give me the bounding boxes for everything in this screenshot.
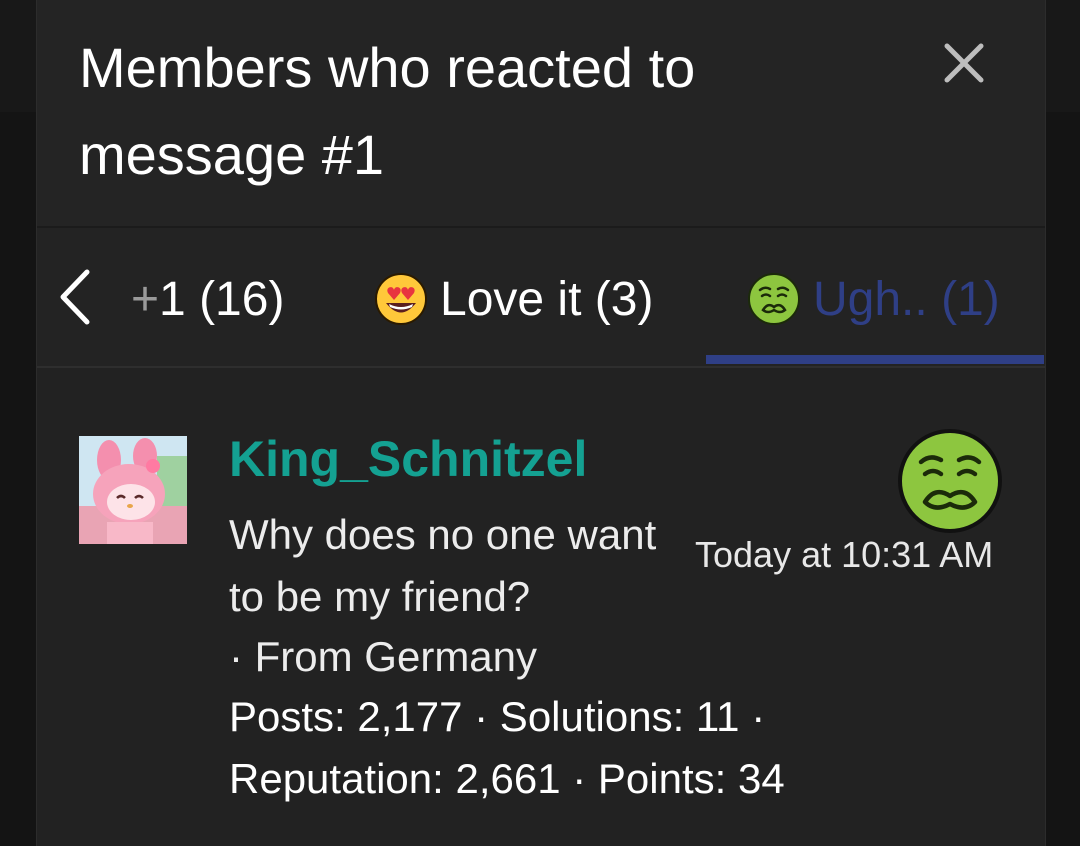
reaction-timestamp: Today at 10:31 AM	[695, 534, 994, 575]
pink-bunny-avatar-icon	[79, 436, 187, 544]
chevron-left-icon	[60, 269, 90, 325]
tab-love-it[interactable]: Love it (3)	[374, 264, 653, 334]
dialog-header: Members who reacted to message #1	[37, 0, 1045, 228]
reactions-dialog: Members who reacted to message #1 + 1 (1…	[36, 0, 1046, 846]
tab-label: Ugh.. (1)	[813, 272, 1000, 326]
member-user-title: Why does no one want to be my friend?	[229, 511, 657, 620]
close-icon	[944, 43, 984, 83]
nauseated-face-emoji-icon	[748, 273, 800, 325]
close-button[interactable]	[937, 36, 991, 90]
dialog-title: Members who reacted to message #1	[79, 36, 696, 186]
member-stats-line: Posts: 2,177 · Solutions: 11 ·	[229, 693, 766, 740]
tab-plus-one[interactable]: + 1 (16)	[131, 264, 284, 334]
tab-ugh[interactable]: Ugh.. (1)	[747, 264, 1000, 334]
tabs-prev-button[interactable]	[55, 266, 95, 328]
reaction-tabs: + 1 (16) Love it (3) Ugh.. (1)	[37, 228, 1045, 368]
member-username-link[interactable]: King_Schnitzel	[229, 430, 587, 488]
heart-eyes-emoji-icon	[375, 273, 427, 325]
avatar[interactable]	[79, 436, 187, 544]
member-list-item: King_Schnitzel Why does no one want to b…	[37, 368, 1045, 846]
nauseated-face-emoji-icon	[898, 429, 1002, 533]
member-location: · From Germany	[229, 633, 538, 680]
active-tab-indicator	[706, 355, 1044, 364]
plus-sign: +	[131, 272, 160, 326]
member-stats: Posts: 2,177 · Solutions: 11 · Reputatio…	[229, 686, 785, 810]
tab-label: Love it (3)	[440, 272, 654, 326]
tab-label: 1 (16)	[159, 272, 285, 326]
member-stats-line: Reputation: 2,661 · Points: 34	[229, 755, 785, 802]
